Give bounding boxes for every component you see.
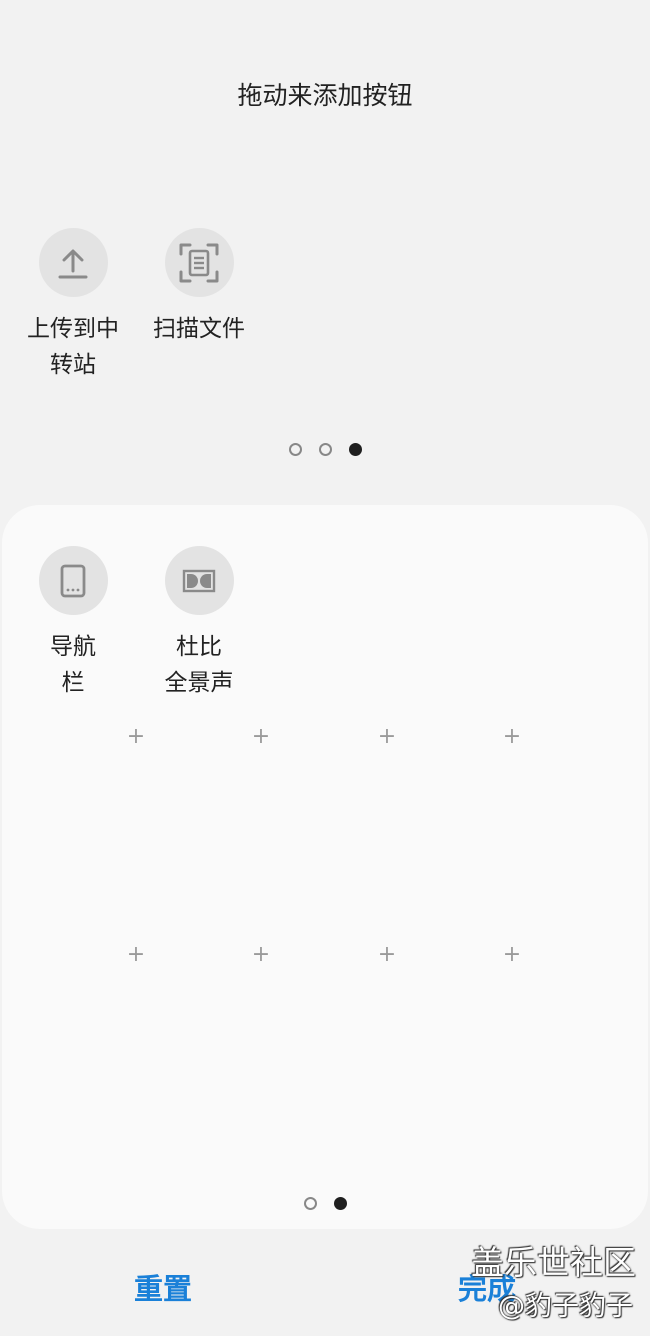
page-indicator-dot-1[interactable]: [289, 443, 302, 456]
empty-slot[interactable]: +: [251, 726, 271, 748]
navigation-bar-icon: [38, 546, 108, 615]
empty-slot[interactable]: +: [126, 726, 146, 748]
upload-to-quick-share-button[interactable]: 上传到中 转站: [13, 228, 133, 383]
dolby-atmos-icon: [164, 546, 234, 615]
watermark-author: @豹子豹子: [498, 1291, 633, 1322]
empty-slot[interactable]: +: [502, 944, 522, 966]
button-label-line2: 转站: [50, 352, 96, 378]
empty-slot[interactable]: +: [251, 944, 271, 966]
scan-document-icon: [164, 228, 234, 297]
dolby-atmos-button[interactable]: 杜比 全景声: [139, 546, 259, 701]
button-label-line1: 扫描文件: [153, 316, 245, 342]
scan-document-button[interactable]: 扫描文件: [139, 228, 259, 347]
button-label-line1: 上传到中: [27, 316, 119, 342]
reset-button[interactable]: 重置: [134, 1266, 192, 1308]
upload-icon: [38, 228, 108, 297]
button-label-line1: 杜比: [176, 634, 222, 660]
panel-page-indicator-dot-2-active[interactable]: [334, 1197, 347, 1210]
page-title: 拖动来添加按钮: [237, 81, 413, 110]
empty-slot[interactable]: +: [377, 944, 397, 966]
page-indicator-dot-3-active[interactable]: [349, 443, 362, 456]
button-label-line1: 导航: [50, 634, 96, 660]
empty-slot[interactable]: +: [126, 944, 146, 966]
button-label-line2: 全景声: [164, 670, 234, 696]
navigation-bar-button[interactable]: 导航 栏: [13, 546, 133, 701]
button-label-line2: 栏: [61, 670, 85, 696]
watermark-community: 盖乐世社区: [471, 1243, 636, 1282]
page-indicator-dot-2[interactable]: [319, 443, 332, 456]
empty-slot[interactable]: +: [377, 726, 397, 748]
empty-slot[interactable]: +: [502, 726, 522, 748]
panel-page-indicator-dot-1[interactable]: [304, 1197, 317, 1210]
